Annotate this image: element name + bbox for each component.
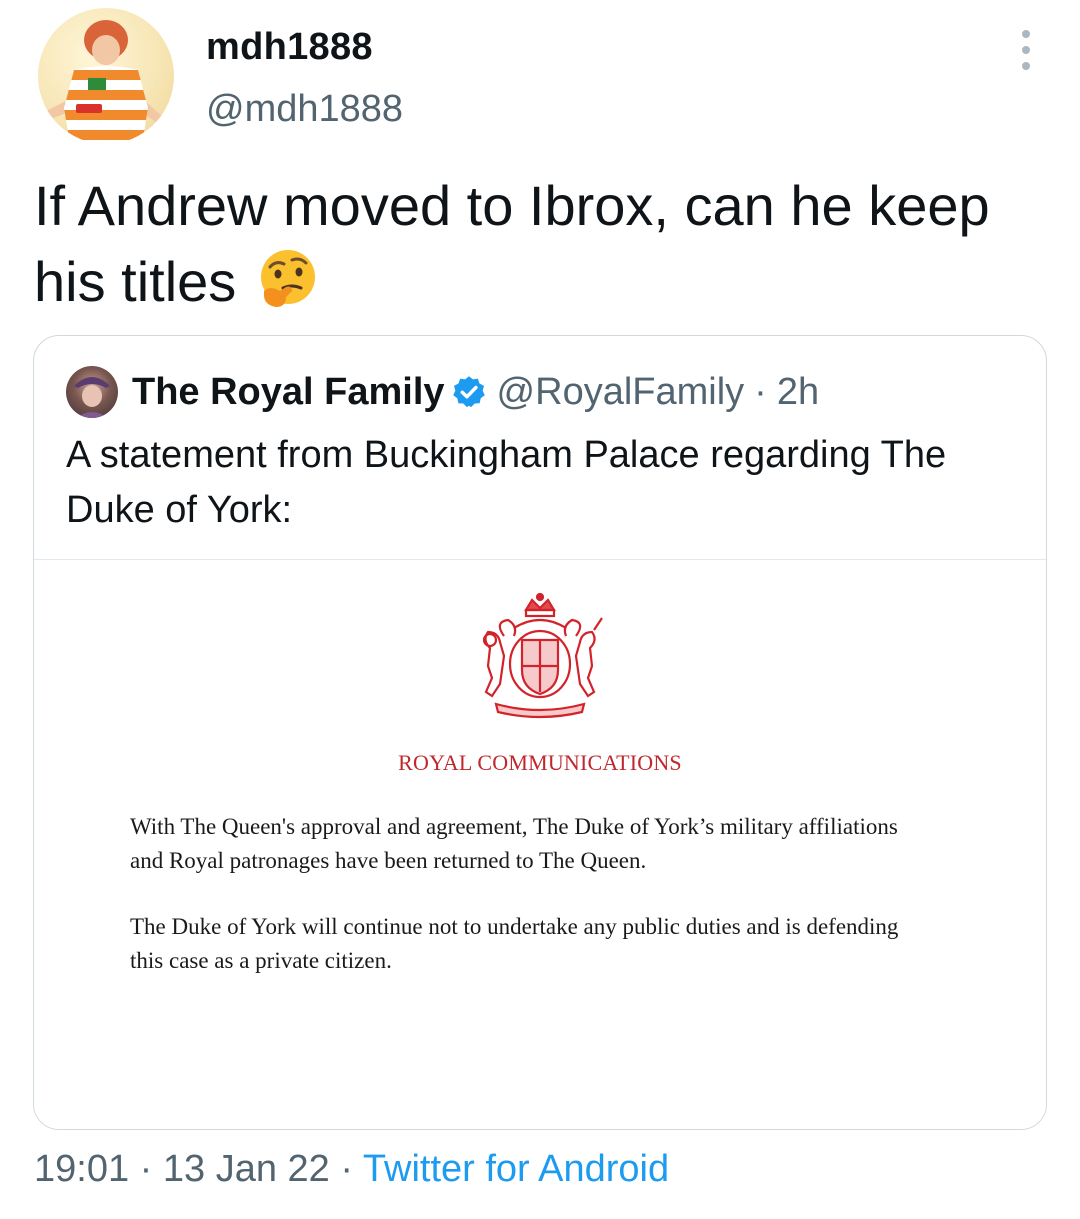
more-options-icon[interactable] bbox=[1014, 30, 1038, 70]
tweet-metadata: 19:01 · 13 Jan 22 · Twitter for Android bbox=[34, 1148, 669, 1191]
thinking-face-icon bbox=[260, 250, 315, 307]
tweet-source-link[interactable]: Twitter for Android bbox=[363, 1148, 669, 1190]
quoted-handle[interactable]: @RoyalFamily bbox=[497, 371, 745, 414]
tweet-text-content: If Andrew moved to Ibrox, can he keep hi… bbox=[34, 174, 990, 313]
verified-badge-icon bbox=[452, 376, 485, 408]
more-dot bbox=[1022, 62, 1030, 70]
quoted-time-ago[interactable]: 2h bbox=[777, 371, 819, 414]
author-avatar[interactable] bbox=[38, 8, 174, 144]
tweet-text: If Andrew moved to Ibrox, can he keep hi… bbox=[34, 168, 1034, 320]
quoted-tweet-card[interactable]: The Royal Family @RoyalFamily · 2h A sta… bbox=[33, 335, 1047, 1130]
meta-separator: · bbox=[340, 1148, 354, 1190]
meta-separator: · bbox=[139, 1148, 153, 1190]
royal-communications-heading: ROYAL COMMUNICATIONS bbox=[398, 750, 682, 775]
more-dot bbox=[1022, 30, 1030, 38]
statement-paragraph-2: The Duke of York will continue not to un… bbox=[130, 914, 899, 973]
more-dot bbox=[1022, 46, 1030, 54]
tweet-date[interactable]: 13 Jan 22 bbox=[163, 1148, 330, 1190]
quoted-tweet-text: A statement from Buckingham Palace regar… bbox=[66, 434, 947, 531]
author-display-name[interactable]: mdh1888 bbox=[206, 26, 373, 69]
tweet-time[interactable]: 19:01 bbox=[34, 1148, 129, 1190]
header-separator: · bbox=[754, 370, 767, 413]
quoted-tweet-header: The Royal Family @RoyalFamily · 2h bbox=[66, 364, 819, 420]
statement-image[interactable]: ROYAL COMMUNICATIONS With The Queen's ap… bbox=[34, 560, 1046, 1129]
avatar-illustration bbox=[44, 20, 162, 144]
author-handle[interactable]: @mdh1888 bbox=[206, 88, 403, 131]
quoted-display-name[interactable]: The Royal Family bbox=[132, 371, 445, 414]
statement-paragraph-1: With The Queen's approval and agreement,… bbox=[130, 814, 898, 873]
quoted-author-avatar[interactable] bbox=[66, 366, 118, 418]
royal-coat-of-arms-icon bbox=[482, 592, 603, 719]
quoted-avatar-illustration bbox=[74, 377, 110, 418]
